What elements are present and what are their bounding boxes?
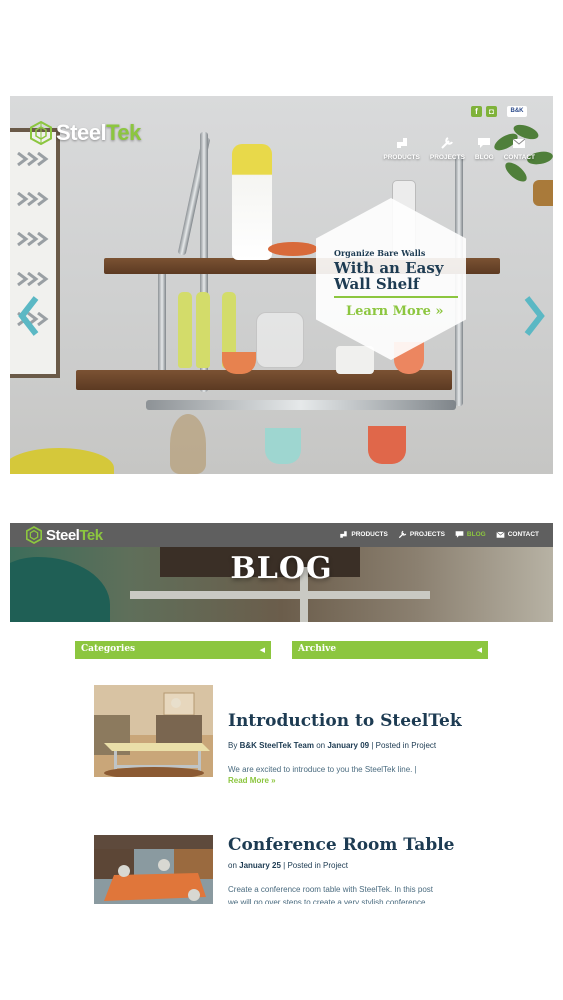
- nav-products-label: PRODUCTS: [383, 154, 420, 161]
- post-date: January 25: [239, 861, 281, 870]
- steeltek-logo[interactable]: SteelTek: [26, 526, 103, 544]
- logo-wordmark: SteelTek: [46, 526, 103, 544]
- promo-hexagon: Organize Bare Walls With an Easy Wall Sh…: [316, 198, 466, 360]
- post-excerpt: We are excited to introduce to you the S…: [228, 765, 417, 774]
- read-more-link[interactable]: Read More »: [228, 776, 276, 785]
- lower-shelf: [76, 370, 452, 390]
- archive-dropdown[interactable]: Archive ◀: [292, 641, 488, 659]
- lemonade-bottle: [178, 292, 192, 368]
- speech-bubble-icon: [478, 138, 491, 148]
- nav-blog[interactable]: BLOG: [475, 136, 494, 161]
- nav-projects-label: PROJECTS: [409, 531, 445, 538]
- glass-pitcher: [256, 312, 304, 368]
- nav-projects[interactable]: PROJECTS: [398, 530, 445, 539]
- logo-hex-icon: [26, 526, 42, 544]
- pipe-fitting-icon: [340, 531, 348, 538]
- post-title[interactable]: Conference Room Table: [228, 835, 455, 855]
- post-meta: By B&K SteelTek Team on January 09 | Pos…: [228, 741, 437, 750]
- orange-bowl: [222, 352, 256, 374]
- social-links: f ◘ B&K: [471, 106, 527, 117]
- logo-hex-icon: [30, 121, 52, 145]
- hero-main-nav: PRODUCTS PROJECTS BLOG CONTACT: [383, 136, 535, 161]
- banner-pipe: [130, 591, 430, 599]
- promo-eyebrow: Organize Bare Walls: [334, 248, 426, 258]
- slider-prev-icon[interactable]: [18, 296, 40, 336]
- promo-title: With an Easy Wall Shelf: [334, 259, 444, 293]
- nav-contact[interactable]: CONTACT: [504, 136, 535, 161]
- steeltek-logo[interactable]: SteelTek: [30, 120, 141, 146]
- nav-blog[interactable]: BLOG: [455, 530, 486, 539]
- red-mug: [368, 426, 406, 464]
- nav-contact-label: CONTACT: [503, 154, 535, 161]
- blog-screen: SteelTek PRODUCTS PROJECTS BLOG CONTACT: [10, 523, 553, 904]
- lemonade-bottle: [196, 292, 210, 368]
- facebook-icon[interactable]: f: [471, 106, 482, 117]
- hanging-rail: [146, 400, 456, 410]
- blog-main-nav: PRODUCTS PROJECTS BLOG CONTACT: [339, 530, 539, 539]
- instagram-icon[interactable]: ◘: [486, 106, 497, 117]
- teal-mug: [265, 428, 301, 464]
- shelf-pipe: [158, 260, 166, 380]
- post-thumbnail[interactable]: [94, 685, 213, 777]
- wrench-icon: [441, 137, 454, 149]
- nav-contact-label: CONTACT: [507, 531, 539, 538]
- caret-left-icon: ◀: [259, 645, 265, 654]
- top-bar: SteelTek PRODUCTS PROJECTS BLOG CONTACT: [10, 523, 553, 547]
- pipe-fitting-icon: [396, 138, 407, 148]
- marble-jar: [336, 346, 374, 374]
- caret-left-icon: ◀: [476, 645, 482, 654]
- wrench-icon: [398, 530, 407, 539]
- bowl: [268, 242, 318, 256]
- nav-projects-label: PROJECTS: [429, 154, 465, 161]
- nav-blog-label: BLOG: [466, 531, 486, 538]
- blog-banner: BLOG: [10, 547, 553, 622]
- slider-next-icon[interactable]: [523, 296, 545, 336]
- post-excerpt: Create a conference room table with Stee…: [228, 885, 433, 904]
- promo-divider: [334, 296, 458, 298]
- post-meta: on January 25 | Posted in Project: [228, 861, 348, 870]
- wall-art: [10, 128, 60, 378]
- archive-label: Archive: [298, 644, 337, 654]
- envelope-icon: [496, 531, 505, 538]
- nav-products[interactable]: PRODUCTS: [339, 530, 388, 539]
- vase: [232, 144, 272, 260]
- post-author[interactable]: B&K SteelTek Team: [240, 741, 314, 750]
- hero-screen: SteelTek f ◘ B&K PRODUCTS PROJECTS BLOG …: [10, 96, 553, 474]
- post-date: January 09: [327, 741, 370, 750]
- nav-projects[interactable]: PROJECTS: [430, 136, 465, 161]
- yellow-chair: [10, 448, 114, 474]
- logo-wordmark: SteelTek: [56, 120, 141, 145]
- categories-dropdown[interactable]: Categories ◀: [75, 641, 271, 659]
- categories-label: Categories: [81, 644, 136, 654]
- nav-products-label: PRODUCTS: [351, 531, 388, 538]
- nav-products[interactable]: PRODUCTS: [383, 136, 420, 161]
- speech-bubble-icon: [455, 531, 464, 538]
- page-title: BLOG: [230, 551, 333, 586]
- nav-blog-label: BLOG: [474, 154, 494, 161]
- envelope-icon: [513, 138, 526, 148]
- learn-more-link[interactable]: Learn More »: [346, 304, 444, 319]
- post-thumbnail[interactable]: [94, 835, 213, 904]
- net-bag: [170, 414, 206, 474]
- post-title[interactable]: Introduction to SteelTek: [228, 711, 462, 731]
- bk-logo-icon[interactable]: B&K: [507, 106, 527, 117]
- nav-contact[interactable]: CONTACT: [496, 530, 539, 539]
